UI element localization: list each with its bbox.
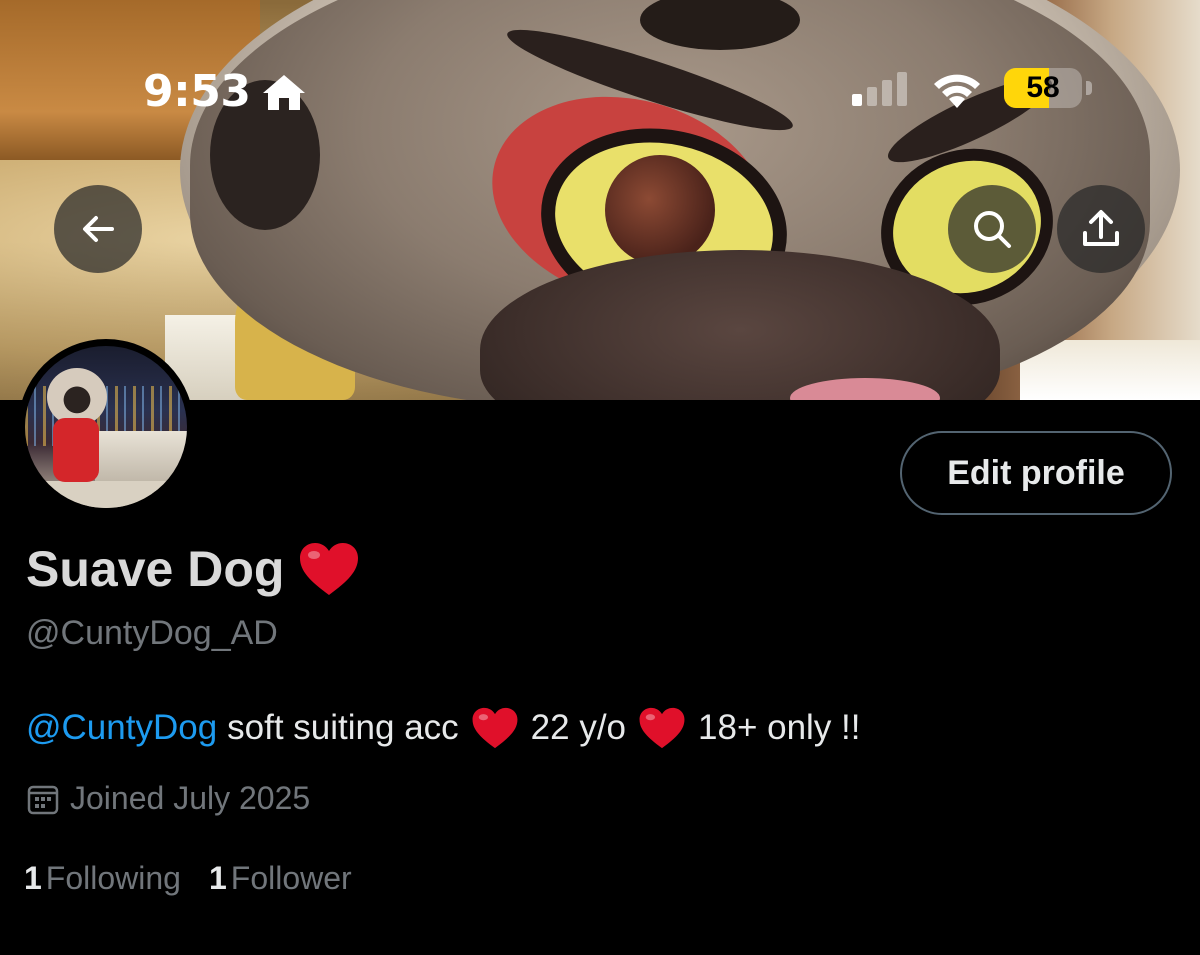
joined-text: Joined July 2025 [70, 780, 311, 816]
followers-label: Follower [230, 860, 352, 896]
edit-profile-button[interactable]: Edit profile [900, 431, 1172, 515]
followers-count: 1 [208, 860, 227, 896]
avatar-image [25, 346, 187, 508]
display-name: Suave Dog [26, 540, 360, 598]
display-name-text: Suave Dog [26, 541, 285, 597]
bio-text-2: 22 y/o [530, 708, 627, 747]
profile-avatar[interactable] [18, 339, 194, 515]
arrow-left-icon [83, 216, 114, 242]
fursuit-pupil-left [605, 155, 715, 265]
back-button[interactable] [54, 185, 142, 273]
heart-icon [300, 543, 359, 595]
search-button[interactable] [948, 185, 1036, 273]
heart-icon [472, 707, 518, 749]
profile-bio: @CuntyDog soft suiting acc 22 y/o 18+ on… [26, 706, 861, 750]
following-link[interactable]: 1 Following [24, 860, 181, 897]
follow-stats: 1 Following 1 Follower [24, 860, 352, 897]
share-button[interactable] [1057, 185, 1145, 273]
following-count: 1 [24, 860, 42, 896]
joined-date: Joined July 2025 [26, 780, 310, 817]
battery-percent: 58 [1026, 71, 1060, 104]
heart-icon [639, 707, 685, 749]
battery-indicator: 58 [1004, 68, 1092, 108]
share-icon [1083, 210, 1119, 246]
bio-text-3: 18+ only !! [698, 708, 861, 747]
avatar-floor [25, 481, 187, 508]
avatar-fursuit-body [53, 418, 99, 482]
bio-text-1: soft suiting acc [227, 708, 459, 747]
status-time: 9:53 [143, 66, 251, 117]
bio-mention-link[interactable]: @CuntyDog [26, 708, 217, 748]
cellular-signal-icon [852, 72, 907, 106]
wifi-icon [934, 74, 980, 108]
calendar-icon [27, 785, 59, 814]
home-icon [263, 75, 305, 110]
following-label: Following [45, 860, 181, 896]
followers-link[interactable]: 1 Follower [209, 860, 352, 897]
user-handle: @CuntyDog_AD [26, 614, 278, 652]
battery-cap [1086, 81, 1092, 95]
search-icon [974, 211, 1011, 248]
